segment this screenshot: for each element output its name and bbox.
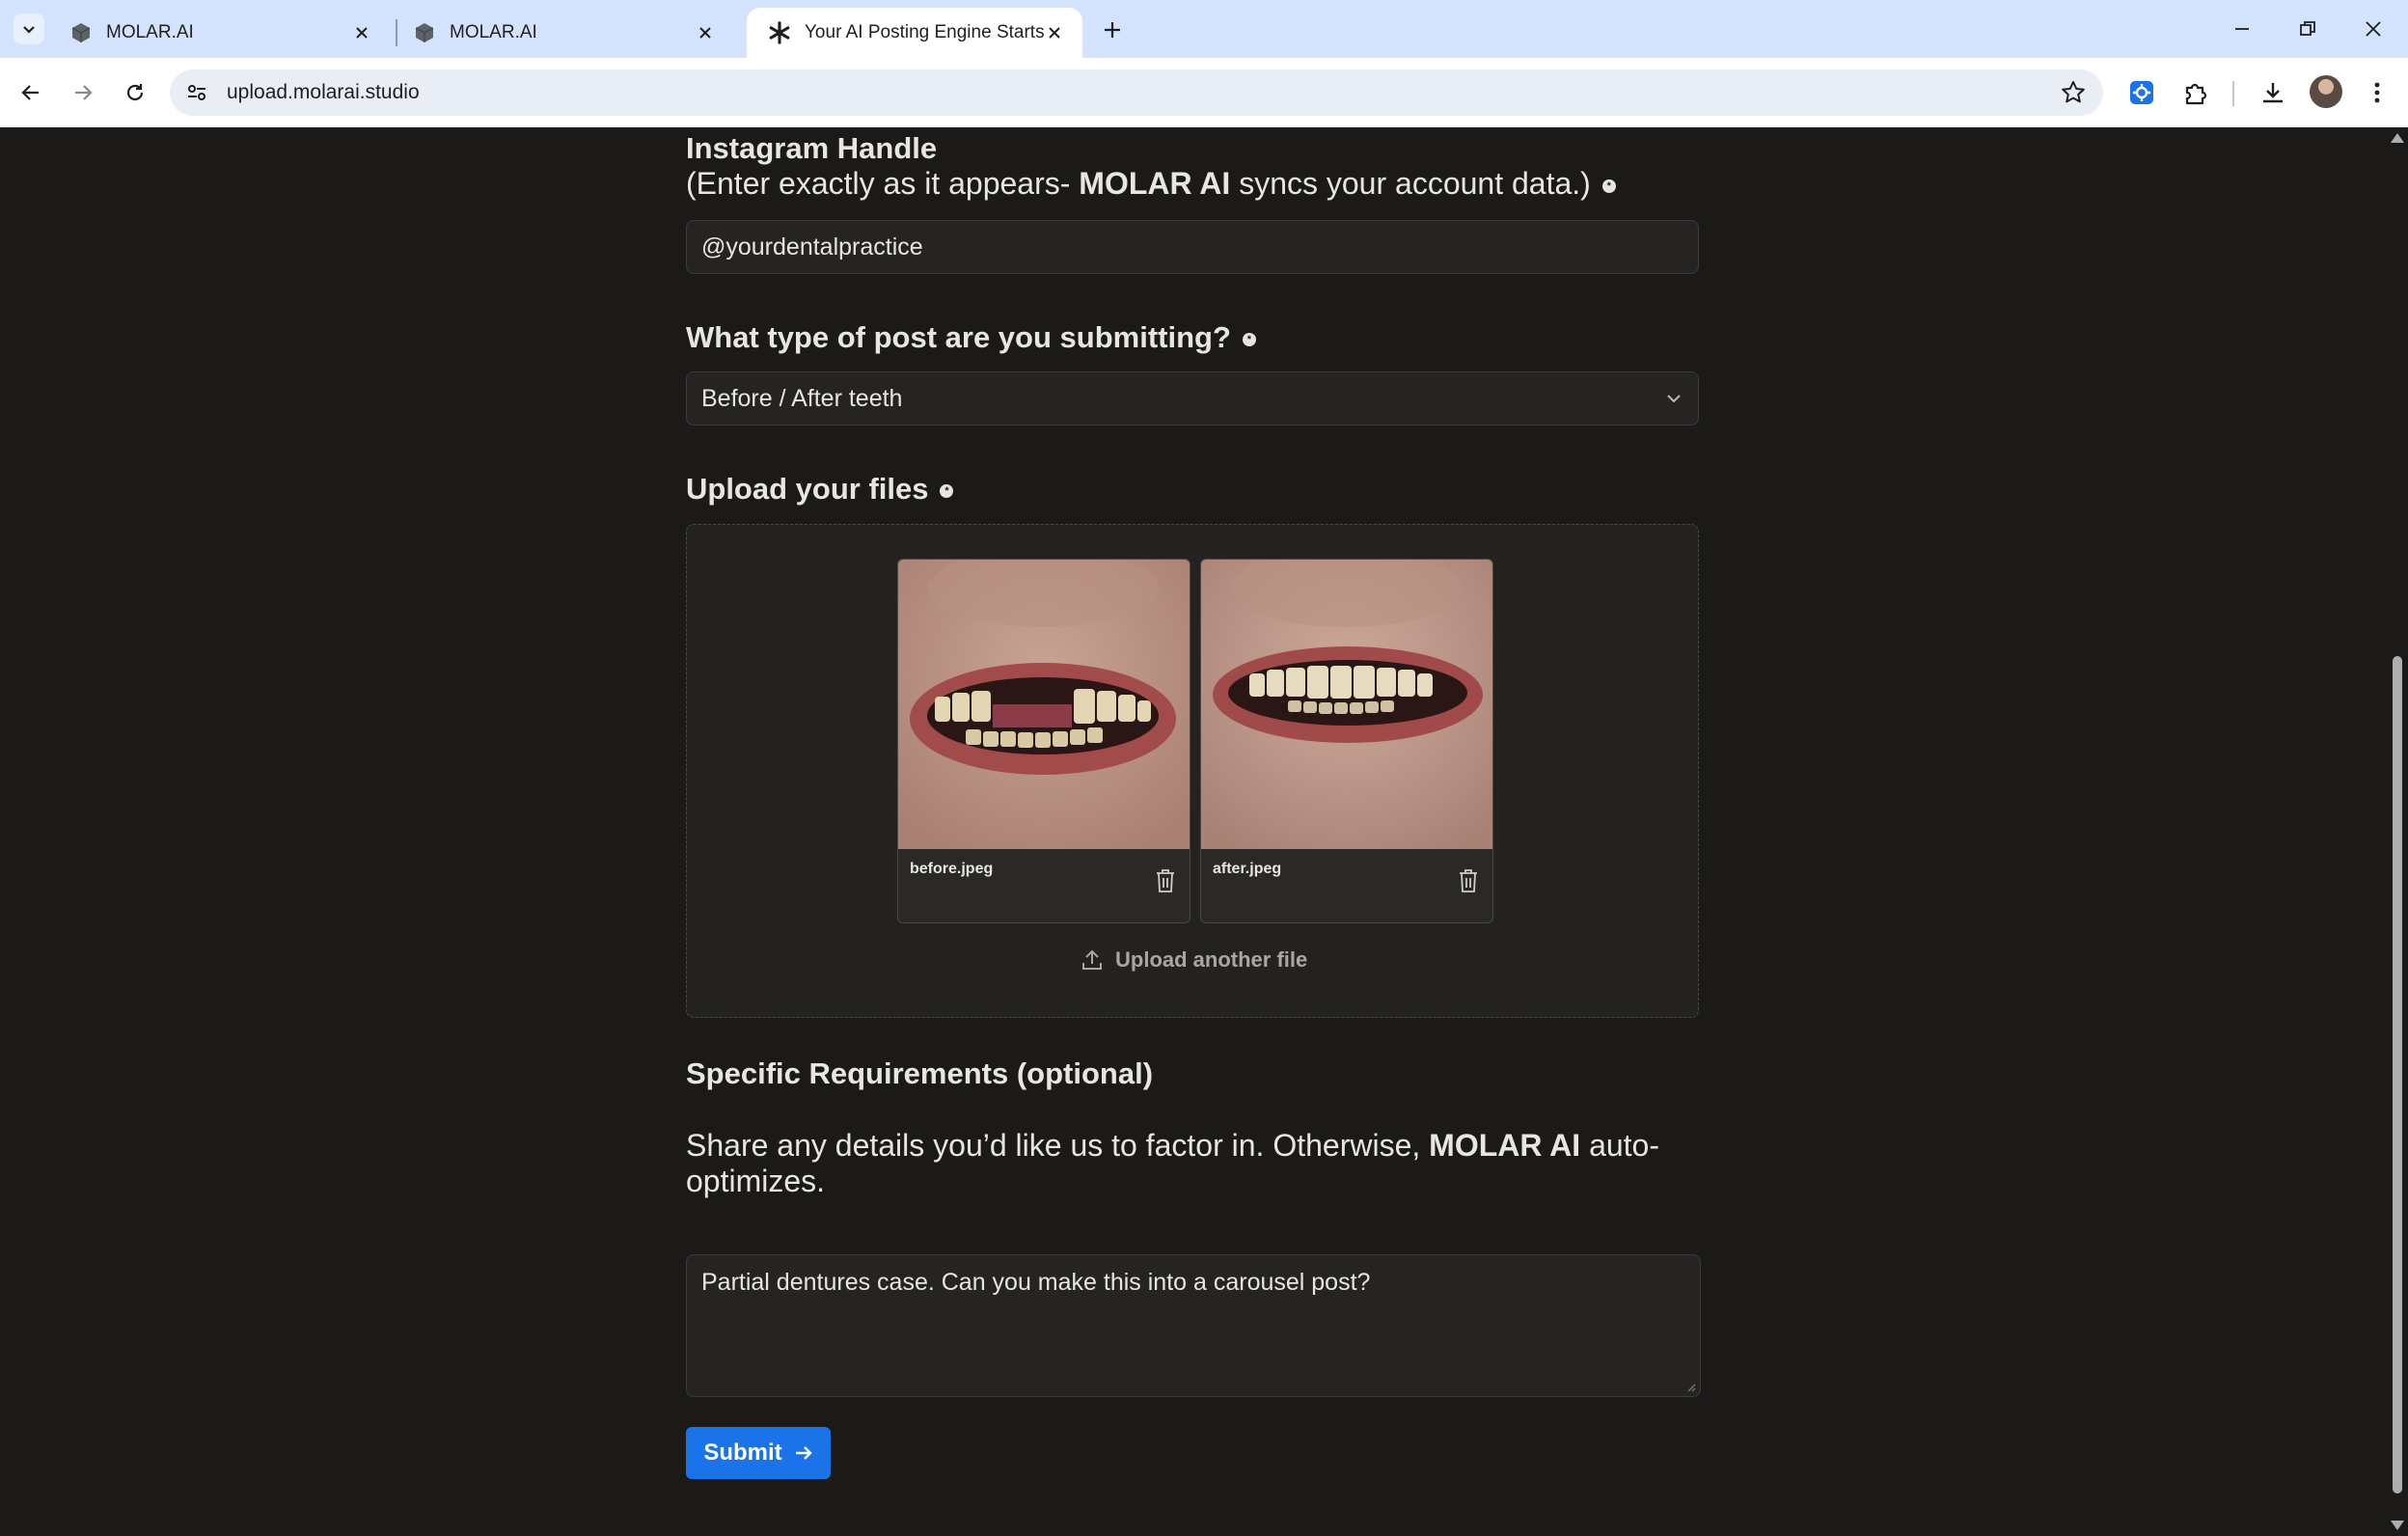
extensions-button[interactable] xyxy=(2176,73,2215,112)
cube-icon xyxy=(413,21,436,44)
close-tab-icon[interactable] xyxy=(1042,20,1067,45)
scroll-down-arrow-icon[interactable] xyxy=(2391,1521,2404,1530)
file-name: after.jpeg xyxy=(1213,861,1282,877)
address-bar[interactable]: upload.molarai.studio xyxy=(170,69,2103,116)
file-dropzone[interactable]: before.jpeg after.jpeg Upload another fi… xyxy=(686,524,1699,1018)
requirements-text: Partial dentures case. Can you make this… xyxy=(701,1269,1371,1296)
upload-files-label: Upload your files * xyxy=(686,472,954,507)
after-teeth-image xyxy=(1201,560,1492,849)
upload-another-label: Upload another file xyxy=(1115,947,1308,972)
page-scrollbar[interactable] xyxy=(2385,127,2408,1536)
scroll-up-arrow-icon[interactable] xyxy=(2391,133,2404,143)
instagram-handle-input[interactable]: @yourdentalpractice xyxy=(686,220,1699,274)
instagram-handle-label: Instagram Handle xyxy=(686,131,938,165)
reload-button[interactable] xyxy=(116,73,154,112)
cube-icon xyxy=(69,21,93,44)
tab-strip: MOLAR.AI MOLAR.AI Your AI Posting Engine… xyxy=(0,0,2408,58)
upload-another-file-button[interactable]: Upload another file xyxy=(1081,946,1307,974)
submit-label: Submit xyxy=(703,1440,782,1466)
before-teeth-image xyxy=(898,560,1190,849)
arrow-right-icon xyxy=(795,1446,812,1460)
hint-text: syncs your account data.) xyxy=(1230,166,1591,201)
description-text: Share any details you’d like us to facto… xyxy=(686,1128,1430,1163)
required-marker: * xyxy=(940,483,954,498)
brand-name: MOLAR AI xyxy=(1429,1128,1581,1163)
downloads-button[interactable] xyxy=(2254,73,2292,112)
site-info-icon[interactable] xyxy=(185,81,208,109)
extension-button[interactable] xyxy=(2122,73,2161,112)
profile-avatar[interactable] xyxy=(2310,75,2342,108)
post-type-label: What type of post are you submitting? * xyxy=(686,320,1256,355)
post-type-selected-value: Before / After teeth xyxy=(701,385,903,412)
close-window-button[interactable] xyxy=(2344,8,2402,50)
kebab-menu-icon xyxy=(2374,82,2380,103)
upload-icon xyxy=(1082,949,1102,970)
close-tab-icon[interactable] xyxy=(349,20,374,45)
upload-files-label-text: Upload your files xyxy=(686,472,929,506)
browser-tab-2[interactable]: MOLAR.AI xyxy=(392,8,733,58)
requirements-description-line2: optimizes. xyxy=(686,1164,826,1198)
puzzle-icon xyxy=(2185,83,2207,105)
plus-icon xyxy=(1105,22,1120,38)
browser-tab-1[interactable]: MOLAR.AI xyxy=(48,8,390,58)
submit-button[interactable]: Submit xyxy=(686,1427,831,1479)
tab-title: Your AI Posting Engine Starts H xyxy=(805,22,1046,42)
chevron-down-icon xyxy=(1667,395,1681,403)
bookmark-star-icon[interactable] xyxy=(2061,80,2086,110)
resize-handle-icon[interactable] xyxy=(1686,1383,1696,1392)
file-card-before: before.jpeg xyxy=(897,559,1190,923)
reload-icon xyxy=(126,84,144,101)
browser-menu-button[interactable] xyxy=(2358,73,2396,112)
back-button[interactable] xyxy=(12,73,50,112)
page-content: Instagram Handle (Enter exactly as it ap… xyxy=(0,127,2385,1536)
trash-icon[interactable] xyxy=(1155,868,1176,893)
file-name: before.jpeg xyxy=(910,861,994,877)
arrow-left-icon xyxy=(21,85,39,100)
toolbar-divider xyxy=(2232,81,2234,106)
minimize-button[interactable] xyxy=(2213,8,2271,50)
requirements-label: Specific Requirements (optional) xyxy=(686,1056,1154,1090)
browser-tab-active[interactable]: Your AI Posting Engine Starts H xyxy=(747,8,1082,58)
extension-app-icon xyxy=(2130,81,2153,104)
download-icon xyxy=(2263,83,2283,103)
forward-button[interactable] xyxy=(64,73,102,112)
brand-name: MOLAR AI xyxy=(1079,166,1231,201)
close-icon xyxy=(2366,21,2381,37)
requirements-textarea[interactable]: Partial dentures case. Can you make this… xyxy=(686,1254,1701,1397)
chevron-down-icon xyxy=(23,26,35,34)
description-text: auto- xyxy=(1580,1128,1659,1163)
restore-icon xyxy=(2300,21,2315,36)
new-tab-button[interactable] xyxy=(1096,14,1129,46)
url-text: upload.molarai.studio xyxy=(227,81,420,103)
trash-icon[interactable] xyxy=(1458,868,1479,893)
close-tab-icon[interactable] xyxy=(693,20,718,45)
tab-title: MOLAR.AI xyxy=(450,22,537,42)
post-type-select[interactable]: Before / After teeth xyxy=(686,371,1699,425)
file-card-after: after.jpeg xyxy=(1200,559,1493,923)
post-type-label-text: What type of post are you submitting? xyxy=(686,320,1231,354)
minimize-icon xyxy=(2235,28,2249,30)
required-marker: * xyxy=(1601,178,1616,193)
arrow-right-icon xyxy=(75,85,93,100)
scroll-thumb[interactable] xyxy=(2393,656,2402,1494)
hint-text: (Enter exactly as it appears- xyxy=(686,166,1080,201)
instagram-handle-hint: (Enter exactly as it appears- MOLAR AI s… xyxy=(686,166,1616,202)
tab-title: MOLAR.AI xyxy=(106,22,194,42)
tab-search-button[interactable] xyxy=(14,14,44,44)
required-marker: * xyxy=(1242,332,1256,346)
requirements-description-line1: Share any details you’d like us to facto… xyxy=(686,1128,1659,1164)
asterisk-icon xyxy=(768,21,791,44)
browser-toolbar: upload.molarai.studio xyxy=(0,58,2408,128)
restore-button[interactable] xyxy=(2279,8,2337,50)
